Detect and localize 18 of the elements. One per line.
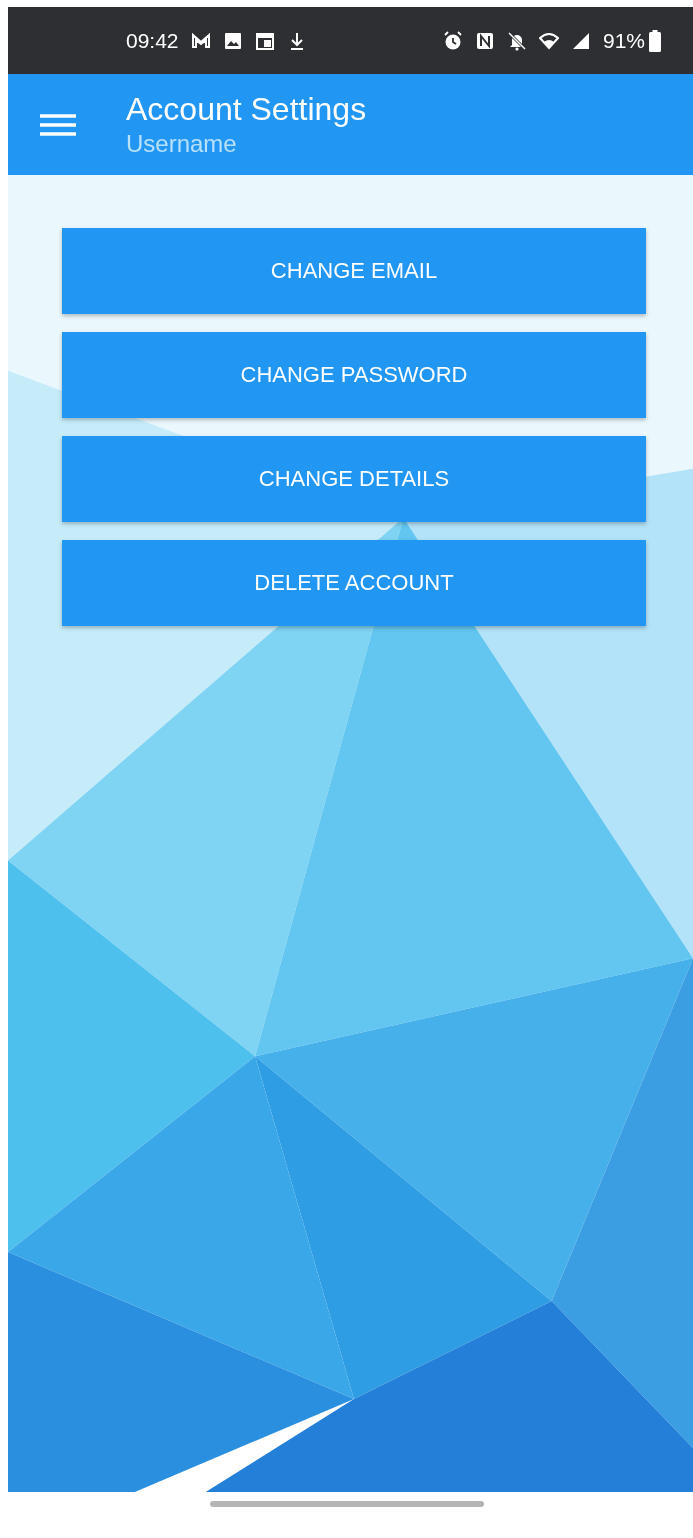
action-button[interactable]: CHANGE PASSWORD bbox=[62, 332, 646, 418]
wifi-icon bbox=[538, 30, 559, 51]
status-time: 09:42 bbox=[126, 28, 179, 53]
menu-button[interactable] bbox=[40, 112, 76, 137]
screen-title: Account Settings bbox=[126, 91, 367, 128]
screen-subtitle: Username bbox=[126, 130, 238, 158]
bell-off-icon bbox=[506, 30, 527, 51]
action-button[interactable]: DELETE ACCOUNT bbox=[62, 540, 646, 626]
alarm-clock-icon bbox=[442, 30, 463, 51]
battery-icon bbox=[649, 29, 661, 52]
image-icon bbox=[222, 30, 243, 51]
nfc-icon bbox=[474, 30, 495, 51]
calendar-icon bbox=[254, 30, 275, 51]
mail-icon bbox=[190, 30, 211, 51]
battery-percent: 91% bbox=[602, 28, 645, 53]
action-button[interactable]: CHANGE EMAIL bbox=[62, 228, 646, 314]
action-button[interactable]: CHANGE DETAILS bbox=[62, 436, 646, 522]
home-handle[interactable] bbox=[209, 1500, 484, 1507]
